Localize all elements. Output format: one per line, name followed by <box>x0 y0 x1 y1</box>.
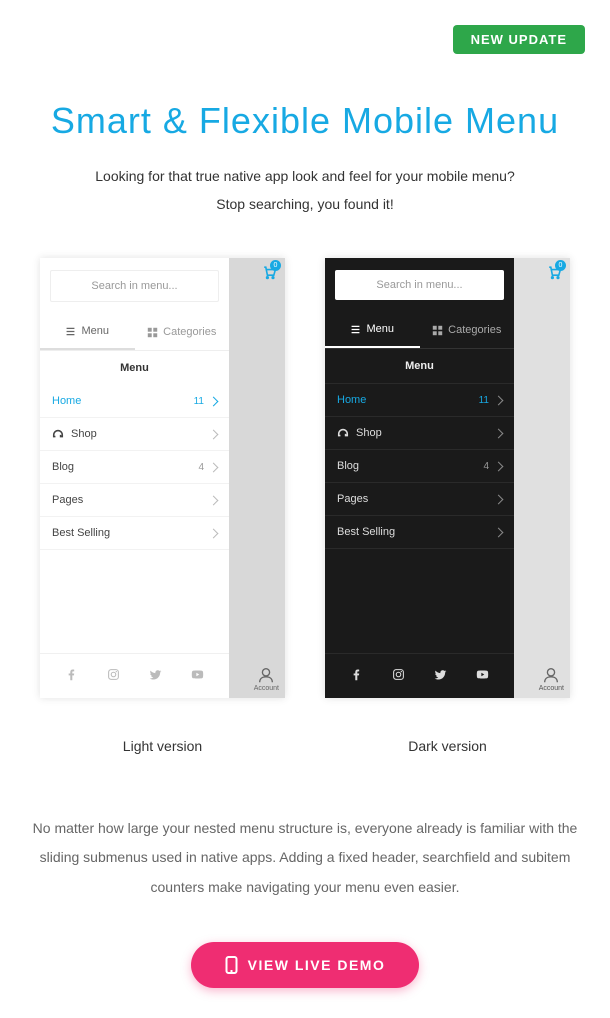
menu-item-blog[interactable]: Blog4 <box>325 450 514 483</box>
menu-item-label: Pages <box>52 494 210 506</box>
menu-item-label: Home <box>337 394 479 406</box>
chevron-right-icon <box>209 429 219 439</box>
menu-item-shop[interactable]: Shop <box>325 417 514 450</box>
menu-header: Menu <box>325 349 514 384</box>
twitter-icon[interactable] <box>434 668 447 684</box>
menu-item-label: Home <box>52 395 194 407</box>
menu-item-count: 11 <box>194 396 204 407</box>
dark-screenshot: 0 Account Search in menu... MenuCategoriesM… <box>325 258 570 698</box>
dark-version-label: Dark version <box>325 738 570 754</box>
page-title: Smart & Flexible Mobile Menu <box>30 100 580 142</box>
chevron-right-icon <box>494 428 504 438</box>
menu-item-home[interactable]: Home11 <box>40 385 229 418</box>
menu-item-label: Best Selling <box>337 526 495 538</box>
menu-item-best-selling[interactable]: Best Selling <box>40 517 229 550</box>
chevron-right-icon <box>494 395 504 405</box>
menu-item-count: 4 <box>483 461 489 472</box>
subtitle: Looking for that true native app look an… <box>30 162 580 218</box>
menu-item-pages[interactable]: Pages <box>325 483 514 516</box>
headset-icon <box>337 427 349 439</box>
tab-menu[interactable]: Menu <box>40 314 135 350</box>
menu-item-label: Shop <box>71 428 210 440</box>
cta-label: VIEW LIVE DEMO <box>248 957 386 973</box>
mobile-icon <box>225 956 238 974</box>
tab-categories[interactable]: Categories <box>420 312 515 348</box>
menu-item-count: 11 <box>479 395 489 406</box>
account-link[interactable]: Account <box>539 666 564 692</box>
chevron-right-icon <box>209 462 219 472</box>
tab-categories[interactable]: Categories <box>135 314 230 350</box>
menu-item-label: Blog <box>337 460 483 472</box>
instagram-icon[interactable] <box>107 668 120 684</box>
chevron-right-icon <box>494 461 504 471</box>
menu-item-shop[interactable]: Shop <box>40 418 229 451</box>
menu-item-blog[interactable]: Blog4 <box>40 451 229 484</box>
facebook-icon[interactable] <box>65 668 78 684</box>
chevron-right-icon <box>209 495 219 505</box>
twitter-icon[interactable] <box>149 668 162 684</box>
search-input[interactable]: Search in menu... <box>335 270 504 300</box>
menu-item-home[interactable]: Home11 <box>325 384 514 417</box>
subtitle-2: Stop searching, you found it! <box>30 190 580 218</box>
menu-header: Menu <box>40 351 229 385</box>
tab-menu[interactable]: Menu <box>325 312 420 348</box>
youtube-icon[interactable] <box>476 668 489 684</box>
menu-item-count: 4 <box>198 462 204 473</box>
menu-item-label: Best Selling <box>52 527 210 539</box>
new-update-badge: NEW UPDATE <box>453 25 585 54</box>
light-screenshot: 0 Account Search in menu... MenuCategoriesM… <box>40 258 285 698</box>
cart-badge: 0 <box>270 260 281 271</box>
headset-icon <box>52 428 64 440</box>
instagram-icon[interactable] <box>392 668 405 684</box>
cart-badge: 0 <box>555 260 566 271</box>
search-input[interactable]: Search in menu... <box>50 270 219 302</box>
chevron-right-icon <box>494 494 504 504</box>
facebook-icon[interactable] <box>350 668 363 684</box>
description: No matter how large your nested menu str… <box>30 814 580 902</box>
menu-item-label: Shop <box>356 427 495 439</box>
chevron-right-icon <box>209 528 219 538</box>
youtube-icon[interactable] <box>191 668 204 684</box>
menu-item-label: Pages <box>337 493 495 505</box>
menu-item-best-selling[interactable]: Best Selling <box>325 516 514 549</box>
subtitle-1: Looking for that true native app look an… <box>30 162 580 190</box>
menu-item-label: Blog <box>52 461 198 473</box>
view-live-demo-button[interactable]: VIEW LIVE DEMO <box>191 942 420 988</box>
chevron-right-icon <box>494 527 504 537</box>
chevron-right-icon <box>209 396 219 406</box>
account-link[interactable]: Account <box>254 666 279 692</box>
menu-item-pages[interactable]: Pages <box>40 484 229 517</box>
light-version-label: Light version <box>40 738 285 754</box>
